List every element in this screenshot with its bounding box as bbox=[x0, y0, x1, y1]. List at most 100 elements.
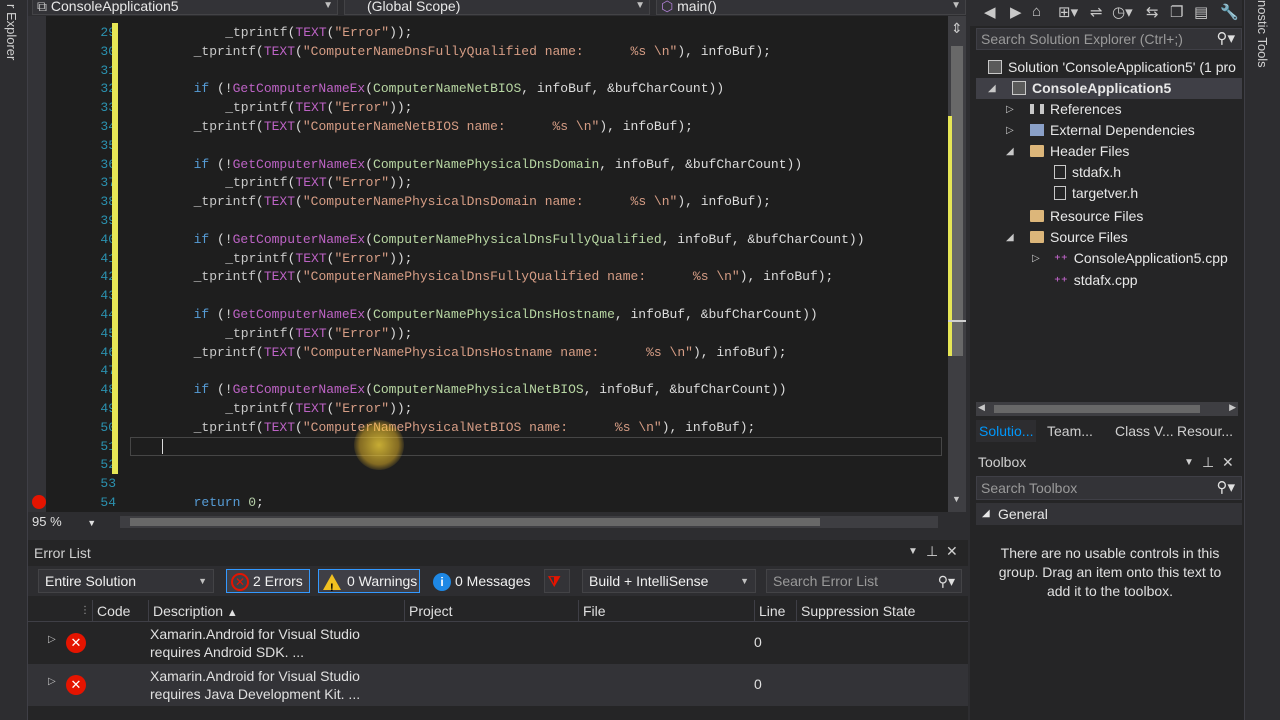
expand-icon[interactable]: ▷ bbox=[1006, 99, 1014, 120]
collapse-icon[interactable]: ◢ bbox=[982, 503, 990, 525]
show-all-files-icon[interactable]: ▤ bbox=[1194, 3, 1208, 21]
scrollbar-thumb[interactable] bbox=[994, 405, 1200, 413]
split-icon[interactable]: ⇕ bbox=[951, 20, 963, 37]
close-icon[interactable]: ✕ bbox=[1222, 454, 1234, 471]
solution-explorer-search-input[interactable]: Search Solution Explorer (Ctrl+;) ⚲▾ bbox=[976, 28, 1242, 50]
code-line[interactable]: 31 bbox=[28, 60, 948, 80]
column-resize-icon[interactable]: ⋮ bbox=[76, 600, 92, 622]
editor-horizontal-scrollbar[interactable] bbox=[120, 516, 938, 528]
tab-resource-view[interactable]: Resour... bbox=[1174, 420, 1236, 442]
code-line[interactable]: 34 _tprintf(TEXT("ComputerNameNetBIOS nam… bbox=[28, 117, 948, 136]
tree-item-project[interactable]: ◢ ConsoleApplication5 bbox=[976, 78, 1242, 99]
pin-icon[interactable]: ⊥ bbox=[1202, 454, 1214, 471]
tree-item-solution[interactable]: Solution 'ConsoleApplication5' (1 pro bbox=[988, 57, 1236, 78]
home-icon[interactable]: ⌂ bbox=[1032, 3, 1041, 20]
code-line[interactable]: 54 return 0; bbox=[28, 493, 948, 512]
messages-filter-button[interactable]: i0 Messages bbox=[428, 569, 538, 593]
dropdown-icon[interactable]: ▼ bbox=[908, 546, 918, 557]
history-icon[interactable]: ◷▾ bbox=[1112, 3, 1133, 21]
collapse-icon[interactable]: ◢ bbox=[1006, 227, 1014, 248]
tree-item-header-files[interactable]: ◢ Header Files bbox=[1006, 141, 1129, 162]
filter-toggle-button[interactable]: ⧩ bbox=[544, 569, 570, 593]
code-line[interactable]: 29 _tprintf(TEXT("Error")); bbox=[28, 23, 948, 42]
switch-views-icon[interactable]: ⊞▾ bbox=[1058, 3, 1078, 21]
tree-item-resource-files[interactable]: Resource Files bbox=[1030, 206, 1143, 227]
errors-filter-button[interactable]: ✕ 2 Errors bbox=[226, 569, 310, 593]
collapse-icon[interactable]: ◢ bbox=[988, 78, 996, 99]
expand-icon[interactable]: ▷ bbox=[48, 676, 56, 687]
forward-icon[interactable]: ▶ bbox=[1010, 3, 1022, 21]
code-line[interactable]: 37 _tprintf(TEXT("Error")); bbox=[28, 173, 948, 193]
code-line[interactable]: 39 bbox=[28, 211, 948, 230]
close-icon[interactable]: ✕ bbox=[946, 543, 958, 560]
code-line[interactable]: 32 if (!GetComputerNameEx(ComputerNameNet… bbox=[28, 79, 948, 99]
code-line[interactable]: 38 _tprintf(TEXT("ComputerNamePhysicalDns… bbox=[28, 192, 948, 212]
refresh-icon[interactable]: ⇆ bbox=[1146, 3, 1159, 21]
code-line[interactable]: 42 _tprintf(TEXT("ComputerNamePhysicalDns… bbox=[28, 267, 948, 287]
tree-item-source-files[interactable]: ◢ Source Files bbox=[1006, 227, 1128, 248]
tree-item-references[interactable]: ▷ References bbox=[1006, 99, 1122, 120]
scroll-right-icon[interactable]: ▶ bbox=[1229, 402, 1236, 413]
diagnostic-tools-side-tab[interactable]: nostic Tools bbox=[1255, 0, 1270, 68]
code-line[interactable]: 45 _tprintf(TEXT("Error")); bbox=[28, 323, 948, 343]
toolbox-search-input[interactable]: Search Toolbox ⚲▾ bbox=[976, 476, 1242, 500]
column-header-file[interactable]: File bbox=[578, 600, 754, 622]
collapse-icon[interactable]: ◢ bbox=[1006, 141, 1014, 162]
code-line[interactable]: 33 _tprintf(TEXT("Error")); bbox=[28, 98, 948, 118]
code-line[interactable]: 40 if (!GetComputerNameEx(ComputerNamePhy… bbox=[28, 229, 948, 249]
tab-solution-explorer[interactable]: Solutio... bbox=[976, 420, 1037, 442]
solution-explorer-side-tab[interactable]: r Explorer bbox=[4, 4, 19, 60]
scrollbar-thumb[interactable] bbox=[951, 46, 963, 356]
code-line[interactable]: 50 _tprintf(TEXT("ComputerNamePhysicalNet… bbox=[28, 417, 948, 437]
expand-icon[interactable]: ▷ bbox=[1032, 248, 1040, 269]
tree-item-main-cpp[interactable]: ▷ ⁺⁺ ConsoleApplication5.cpp bbox=[1032, 248, 1228, 269]
properties-icon[interactable]: 🔧 bbox=[1220, 3, 1239, 21]
breakpoint-icon[interactable] bbox=[32, 495, 46, 509]
code-line[interactable]: 47 bbox=[28, 361, 948, 381]
tree-item-external-dependencies[interactable]: ▷ External Dependencies bbox=[1006, 120, 1195, 141]
tree-item-targetver-h[interactable]: targetver.h bbox=[1054, 183, 1138, 204]
scroll-left-icon[interactable]: ◀ bbox=[978, 402, 985, 413]
code-line[interactable]: 41 _tprintf(TEXT("Error")); bbox=[28, 248, 948, 268]
code-line[interactable]: 36 if (!GetComputerNameEx(ComputerNamePhy… bbox=[28, 154, 948, 174]
column-header-line[interactable]: Line bbox=[754, 600, 796, 622]
code-line[interactable]: 35 bbox=[28, 135, 948, 155]
code-line[interactable]: 53 bbox=[28, 474, 948, 493]
dropdown-icon[interactable]: ▼ bbox=[1184, 457, 1194, 468]
toolbox-group-general[interactable]: ◢ General bbox=[976, 503, 1242, 525]
code-line[interactable]: 44 if (!GetComputerNameEx(ComputerNamePhy… bbox=[28, 305, 948, 324]
tree-item-stdafx-cpp[interactable]: ⁺⁺ stdafx.cpp bbox=[1054, 270, 1138, 291]
expand-icon[interactable]: ▷ bbox=[1006, 120, 1014, 141]
scroll-down-icon[interactable]: ▼ bbox=[952, 494, 961, 504]
scope-dropdown[interactable]: (Global Scope) ▼ bbox=[344, 0, 650, 15]
scrollbar-thumb[interactable] bbox=[130, 518, 820, 526]
column-header-code[interactable]: Code bbox=[92, 600, 148, 622]
code-line[interactable]: 46 _tprintf(TEXT("ComputerNamePhysicalDns… bbox=[28, 342, 948, 362]
build-filter-dropdown[interactable]: Build + IntelliSense ▼ bbox=[582, 569, 756, 593]
code-line[interactable]: 48 if (!GetComputerNameEx(ComputerNamePhy… bbox=[28, 380, 948, 400]
collapse-all-icon[interactable]: ❐ bbox=[1170, 3, 1183, 21]
expand-icon[interactable]: ▷ bbox=[48, 634, 56, 645]
table-row[interactable]: ▷ ✕ Xamarin.Android for Visual Studio re… bbox=[28, 664, 968, 706]
column-header-description[interactable]: Description ▲ bbox=[148, 600, 404, 622]
code-editor[interactable]: 29 _tprintf(TEXT("Error")); 30 _tprintf(TEX… bbox=[28, 16, 948, 512]
tab-team-explorer[interactable]: Team... bbox=[1044, 420, 1096, 442]
error-list-search-input[interactable]: Search Error List ⚲▾ bbox=[766, 569, 962, 593]
column-header-suppression-state[interactable]: Suppression State bbox=[796, 600, 966, 622]
pin-icon[interactable]: ⊥ bbox=[926, 543, 938, 560]
table-row[interactable]: ▷ ✕ Xamarin.Android for Visual Studio re… bbox=[28, 622, 968, 664]
tab-class-view[interactable]: Class V... bbox=[1112, 420, 1177, 442]
back-icon[interactable]: ◀ bbox=[984, 3, 996, 21]
tree-item-stdafx-h[interactable]: stdafx.h bbox=[1054, 162, 1121, 183]
code-line[interactable]: 49 _tprintf(TEXT("Error")); bbox=[28, 399, 948, 418]
member-dropdown[interactable]: ⬡ main() ▼ bbox=[656, 0, 966, 15]
sync-icon[interactable]: ⇌ bbox=[1090, 3, 1103, 21]
solution-explorer-horizontal-scrollbar[interactable]: ◀ ▶ bbox=[976, 402, 1238, 416]
code-line[interactable]: 30 _tprintf(TEXT("ComputerNameDnsFullyQua… bbox=[28, 41, 948, 61]
zoom-dropdown[interactable]: 95 % ▼ bbox=[32, 514, 96, 529]
editor-vertical-scrollbar[interactable]: ⇕ ▼ bbox=[948, 16, 966, 512]
warnings-filter-button[interactable]: ! 0 Warnings bbox=[318, 569, 420, 594]
project-dropdown[interactable]: ⧉ ConsoleApplication5 ▼ bbox=[32, 0, 338, 15]
code-line[interactable]: 52 bbox=[28, 455, 948, 475]
scope-filter-dropdown[interactable]: Entire Solution ▼ bbox=[38, 569, 214, 593]
